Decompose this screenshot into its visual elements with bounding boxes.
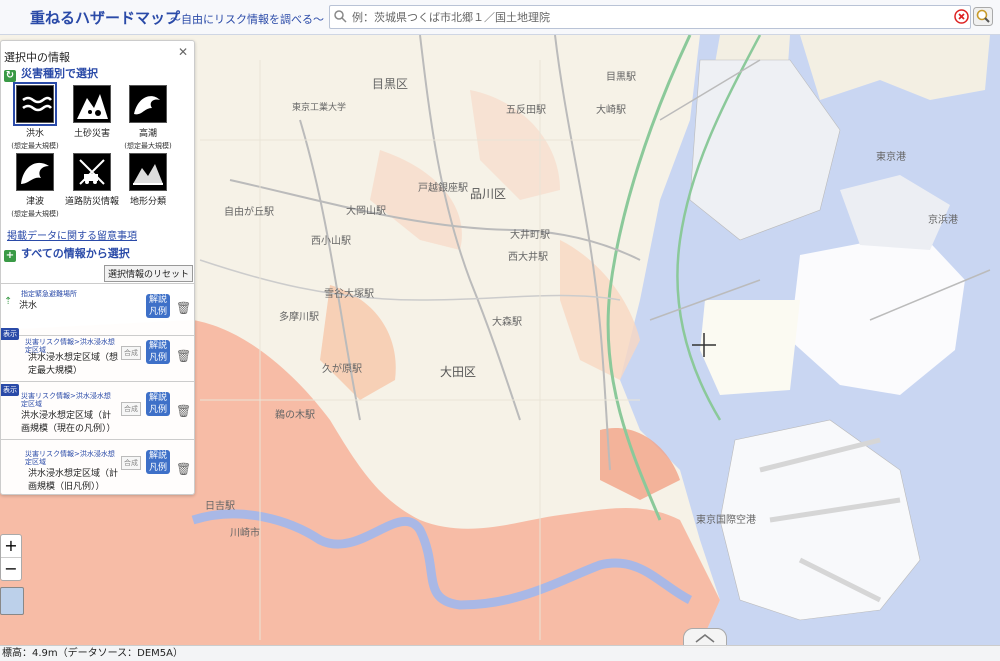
map-label: 日吉駅 — [205, 500, 235, 512]
layer-row: 災害リスク情報>洪水浸水想定区域 洪水浸水想定区域（計画規模（旧凡例）） 合成 … — [1, 439, 194, 494]
layer-row: 表示 災害リスク情報>洪水浸水想定区域 洪水浸水想定区域（計画規模（現在の凡例）… — [1, 381, 194, 440]
trash-icon[interactable]: 🗑 — [176, 349, 191, 363]
map-label: 自由が丘駅 — [224, 205, 274, 218]
clear-icon[interactable] — [954, 9, 969, 24]
hazard-label: 洪水 — [25, 129, 44, 139]
header: 重ねるハザードマップ 〜自由にリスク情報を調べる〜 — [0, 0, 1000, 35]
zoom-control: + − — [0, 534, 22, 581]
elevation-status: 標高：4.9m（データソース：DEM5A） — [0, 645, 1000, 661]
layer-crumb: 災害リスク情報>洪水浸水想定区域 — [25, 450, 115, 466]
map-label: 京浜港 — [928, 213, 958, 226]
hazard-stormsurge-button[interactable]: 高潮 (想定最大規模) — [118, 85, 178, 151]
hazard-landslide-button[interactable]: 土砂災害 — [62, 85, 122, 139]
map-label: 久が原駅 — [322, 362, 362, 375]
notes-link[interactable]: 掲載データに関する留意事項 — [7, 227, 137, 242]
search-icon — [334, 10, 347, 23]
map-label: 川崎市 — [230, 526, 260, 539]
search-box[interactable] — [329, 5, 971, 29]
layer-name: 洪水浸水想定区域（計画規模（現在の凡例）） — [21, 411, 116, 434]
map-label: 東京港 — [876, 150, 906, 163]
reset-button[interactable]: 選択情報のリセット — [104, 265, 194, 282]
hazard-label: 土砂災害 — [73, 129, 110, 139]
map-label: 目黒駅 — [606, 71, 636, 83]
hazard-label: 高潮 — [138, 129, 157, 139]
road-disaster-icon — [73, 153, 111, 191]
map-label: 西小山駅 — [311, 235, 351, 247]
hazard-sublabel: (想定最大規模) — [11, 210, 59, 218]
flood-icon — [13, 82, 57, 126]
storm-surge-icon — [129, 85, 167, 123]
map-label: 鵜の木駅 — [275, 408, 315, 421]
hazard-sublabel: (想定最大規模) — [11, 142, 59, 150]
map-label: 大田区 — [440, 365, 476, 379]
trash-icon[interactable]: 🗑 — [176, 462, 191, 476]
map-label: 大井町駅 — [510, 228, 550, 241]
hazard-flood-button[interactable]: 洪水 (想定最大規模) — [5, 82, 65, 151]
map-label: 大岡山駅 — [346, 204, 386, 217]
layer-name: 洪水浸水想定区域（想定最大規模） — [28, 353, 119, 376]
hazard-road-button[interactable]: 道路防災情報 — [62, 153, 122, 207]
plus-icon: + — [4, 250, 16, 262]
layer-name: 洪水浸水想定区域（計画規模（旧凡例）） — [28, 469, 119, 492]
map-label: 西大井駅 — [508, 250, 548, 263]
trash-icon[interactable]: 🗑 — [176, 404, 191, 418]
map-label: 大森駅 — [492, 315, 522, 328]
select-icon: ↻ — [4, 70, 16, 82]
app-subtitle: 〜自由にリスク情報を調べる〜 — [170, 13, 324, 26]
base-map-toggle-icon[interactable] — [0, 587, 24, 615]
hazard-label: 地形分類 — [129, 197, 166, 207]
hazard-sublabel: (想定最大規模) — [124, 142, 172, 150]
map-label: 多摩川駅 — [279, 310, 319, 323]
terrain-icon — [129, 153, 167, 191]
map-label: 雪谷大塚駅 — [324, 287, 374, 300]
search-input[interactable] — [350, 8, 954, 26]
explain-legend-button[interactable]: 解説凡例 — [146, 340, 170, 364]
combine-button[interactable]: 合成 — [121, 402, 141, 416]
map-label: 東京国際空港 — [696, 513, 756, 526]
combine-button[interactable]: 合成 — [121, 346, 141, 360]
app-title[interactable]: 重ねるハザードマップ — [30, 7, 180, 28]
trash-icon[interactable]: 🗑 — [176, 301, 191, 315]
panel-title: 選択中の情報 — [4, 51, 70, 64]
explain-legend-button[interactable]: 解説凡例 — [146, 392, 170, 416]
map-label: 大崎駅 — [596, 103, 626, 116]
tsunami-icon — [16, 153, 54, 191]
hazard-label: 津波 — [25, 197, 44, 207]
map-label: 五反田駅 — [506, 104, 546, 116]
hazard-terrain-button[interactable]: 地形分類 — [118, 153, 178, 207]
visible-badge[interactable]: 表示 — [1, 384, 19, 396]
hazard-label: 道路防災情報 — [64, 197, 119, 207]
zoom-out-button[interactable]: − — [1, 557, 21, 580]
visible-badge[interactable]: 表示 — [1, 328, 19, 340]
layer-row: ⇡ 指定緊急避難場所 洪水 解説凡例 🗑 — [1, 283, 194, 336]
by-type-section[interactable]: ↻ 災害種別で選択 — [4, 65, 98, 82]
evacuation-icon: ⇡ — [4, 296, 13, 307]
layer-crumb: 災害リスク情報>洪水浸水想定区域 — [21, 392, 111, 408]
map-label: 品川区 — [470, 187, 506, 201]
hazard-tsunami-button[interactable]: 津波 (想定最大規模) — [5, 153, 65, 219]
layer-crumb: 指定緊急避難場所 — [21, 290, 77, 298]
combine-button[interactable]: 合成 — [121, 456, 141, 470]
map-label: 東京工業大学 — [292, 101, 346, 113]
layer-name: 洪水 — [19, 301, 38, 311]
close-icon[interactable]: ✕ — [178, 45, 188, 59]
search-button-icon[interactable] — [973, 7, 993, 26]
all-info-section[interactable]: + すべての情報から選択 — [4, 245, 130, 262]
map-label: 戸越銀座駅 — [418, 181, 468, 194]
landslide-icon — [73, 85, 111, 123]
explain-legend-button[interactable]: 解説凡例 — [146, 294, 170, 318]
explain-legend-button[interactable]: 解説凡例 — [146, 450, 170, 474]
map-label: 目黒区 — [372, 77, 408, 91]
layer-row: 表示 災害リスク情報>洪水浸水想定区域 洪水浸水想定区域（想定最大規模） 合成 … — [1, 328, 194, 382]
zoom-in-button[interactable]: + — [1, 535, 21, 557]
info-panel: 選択中の情報 ✕ ↻ 災害種別で選択 洪水 (想定最大規模) 土砂災害 高潮 (想… — [0, 40, 195, 495]
